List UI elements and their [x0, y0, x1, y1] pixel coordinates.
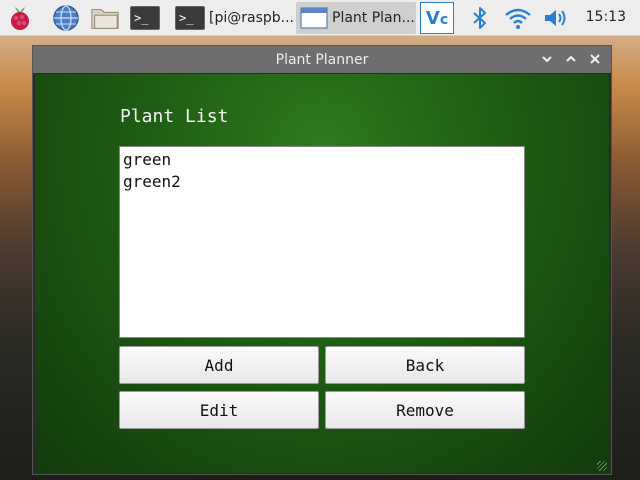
back-button[interactable]: Back — [325, 346, 525, 384]
plant-listbox[interactable]: green green2 — [119, 146, 525, 338]
folder-icon[interactable] — [90, 3, 120, 33]
raspberry-icon[interactable] — [5, 3, 35, 33]
page-title: Plant List — [120, 106, 229, 127]
bluetooth-icon[interactable] — [465, 3, 495, 33]
window-content: Plant List green green2 Add Back Edit Re… — [35, 74, 609, 473]
list-item[interactable]: green2 — [123, 171, 521, 193]
window-titlebar[interactable]: Plant Planner — [33, 46, 611, 73]
terminal-icon: >_ — [175, 6, 205, 30]
task-plant-planner-label: Plant Plan... — [332, 10, 415, 26]
taskbar: >_ >_ [pi@raspb... Plant Plan... Vc 15:1… — [0, 0, 640, 36]
minimize-icon[interactable] — [538, 50, 556, 68]
task-plant-planner[interactable]: Plant Plan... — [296, 2, 416, 34]
vnc-icon[interactable]: Vc — [420, 2, 454, 34]
edit-button[interactable]: Edit — [119, 391, 319, 429]
resize-grip[interactable] — [597, 461, 607, 471]
globe-icon[interactable] — [51, 3, 81, 33]
window-icon — [300, 7, 328, 29]
volume-icon[interactable] — [541, 3, 571, 33]
task-terminal[interactable]: >_ [pi@raspb... — [172, 2, 294, 34]
window-title: Plant Planner — [275, 51, 369, 68]
add-button[interactable]: Add — [119, 346, 319, 384]
task-terminal-label: [pi@raspb... — [209, 10, 294, 26]
maximize-icon[interactable] — [562, 50, 580, 68]
clock[interactable]: 15:13 — [586, 9, 626, 25]
remove-button[interactable]: Remove — [325, 391, 525, 429]
close-icon[interactable] — [586, 50, 604, 68]
wifi-icon[interactable] — [503, 3, 533, 33]
terminal-icon[interactable]: >_ — [128, 3, 162, 33]
list-item[interactable]: green — [123, 149, 521, 171]
plant-planner-window: Plant Planner Plant List green green2 Ad… — [32, 45, 612, 475]
